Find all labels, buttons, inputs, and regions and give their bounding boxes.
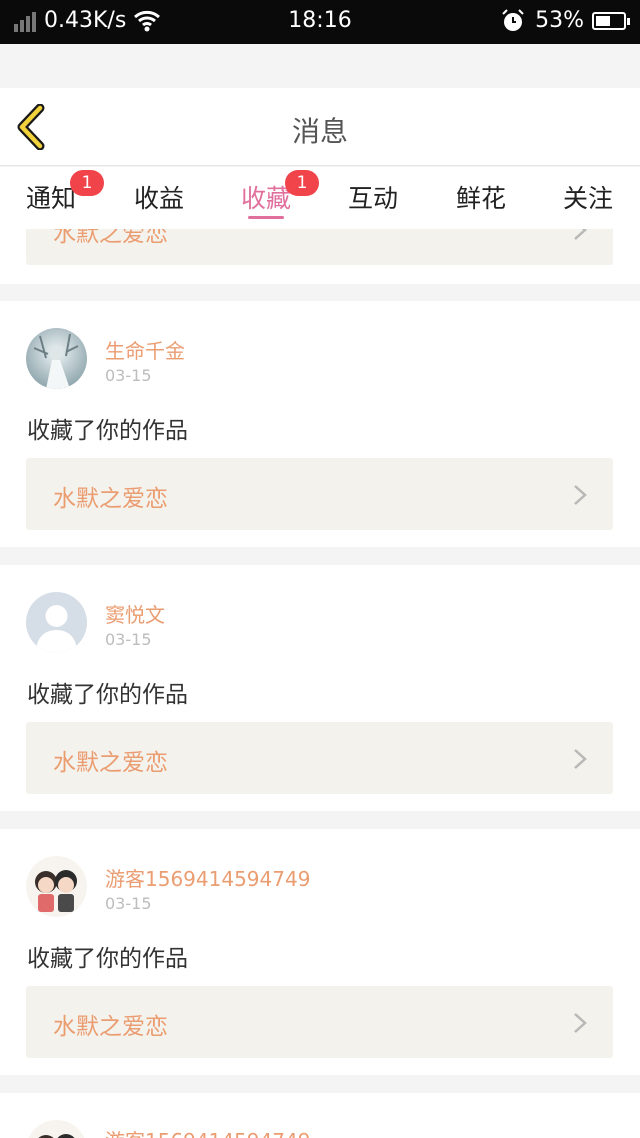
notification-badge: 1 (70, 170, 104, 196)
message-date: 03-15 (105, 894, 152, 913)
chevron-right-icon (574, 229, 587, 240)
cartoon-avatar-image (35, 870, 77, 912)
chevron-right-icon (574, 485, 587, 505)
avatar[interactable] (26, 1120, 87, 1138)
work-link[interactable]: 水默之爱恋 (26, 458, 613, 530)
message-action: 收藏了你的作品 (27, 418, 188, 444)
message-action: 收藏了你的作品 (27, 946, 188, 972)
work-title: 水默之爱恋 (53, 229, 168, 247)
username[interactable]: 游客1569414594749 (105, 863, 310, 892)
tab-label: 互动 (347, 184, 398, 213)
message-date: 03-15 (105, 366, 152, 385)
battery-percent: 53% (535, 8, 584, 33)
work-link[interactable]: 水默之爱恋 (26, 986, 613, 1058)
chevron-right-icon (574, 1013, 587, 1033)
username[interactable]: 窦悦文 (105, 599, 165, 628)
message-card: 窦悦文 03-15 收藏了你的作品 水默之爱恋 (0, 565, 640, 811)
message-list[interactable]: 水默之爱恋 生命千金 03-15 收藏了你的作品 水默之爱恋 窦悦文 03-15… (0, 229, 640, 1138)
work-link[interactable]: 水默之爱恋 (26, 229, 613, 265)
message-card: 生命千金 03-15 收藏了你的作品 水默之爱恋 (0, 301, 640, 547)
tab-follows[interactable]: 关注 (543, 179, 633, 225)
status-bar: 0.43K/s 18:16 53% (0, 0, 640, 44)
tab-label: 收益 (133, 184, 184, 213)
page-title: 消息 (291, 115, 348, 148)
tab-label: 关注 (562, 184, 613, 213)
avatar[interactable] (26, 856, 87, 917)
default-avatar-icon (36, 605, 77, 653)
chevron-right-icon (574, 749, 587, 769)
work-link[interactable]: 水默之爱恋 (26, 722, 613, 794)
tab-notifications[interactable]: 通知 1 (6, 170, 104, 225)
work-title: 水默之爱恋 (53, 750, 168, 776)
work-title: 水默之爱恋 (53, 486, 168, 512)
message-card: 游客1569414594749 (0, 1093, 640, 1138)
tab-earnings[interactable]: 收益 (114, 179, 204, 225)
username[interactable]: 游客1569414594749 (105, 1125, 310, 1138)
message-card: 水默之爱恋 (0, 229, 640, 284)
tab-flowers[interactable]: 鲜花 (436, 179, 526, 225)
avatar[interactable] (26, 592, 87, 653)
tab-bar: 通知 1 收益 收藏 1 互动 鲜花 关注 (0, 167, 640, 229)
tab-interactions[interactable]: 互动 (328, 179, 418, 225)
tab-label: 收藏 (240, 184, 291, 213)
message-date: 03-15 (105, 630, 152, 649)
tab-label: 通知 (25, 184, 76, 213)
avatar[interactable] (26, 328, 87, 389)
battery-icon (592, 11, 630, 30)
username[interactable]: 生命千金 (105, 335, 185, 364)
message-action: 收藏了你的作品 (27, 682, 188, 708)
message-card: 游客1569414594749 03-15 收藏了你的作品 水默之爱恋 (0, 829, 640, 1075)
active-tab-indicator (248, 216, 284, 219)
cartoon-avatar-image (38, 1134, 75, 1138)
alarm-icon (502, 8, 524, 31)
tab-label: 鲜花 (455, 184, 506, 213)
tab-favorites[interactable]: 收藏 1 (221, 170, 319, 225)
favorites-badge: 1 (285, 170, 319, 196)
app-header: 消息 (0, 88, 640, 166)
photo-avatar-image (26, 328, 87, 389)
status-right: 53% (501, 8, 630, 33)
work-title: 水默之爱恋 (53, 1014, 168, 1040)
